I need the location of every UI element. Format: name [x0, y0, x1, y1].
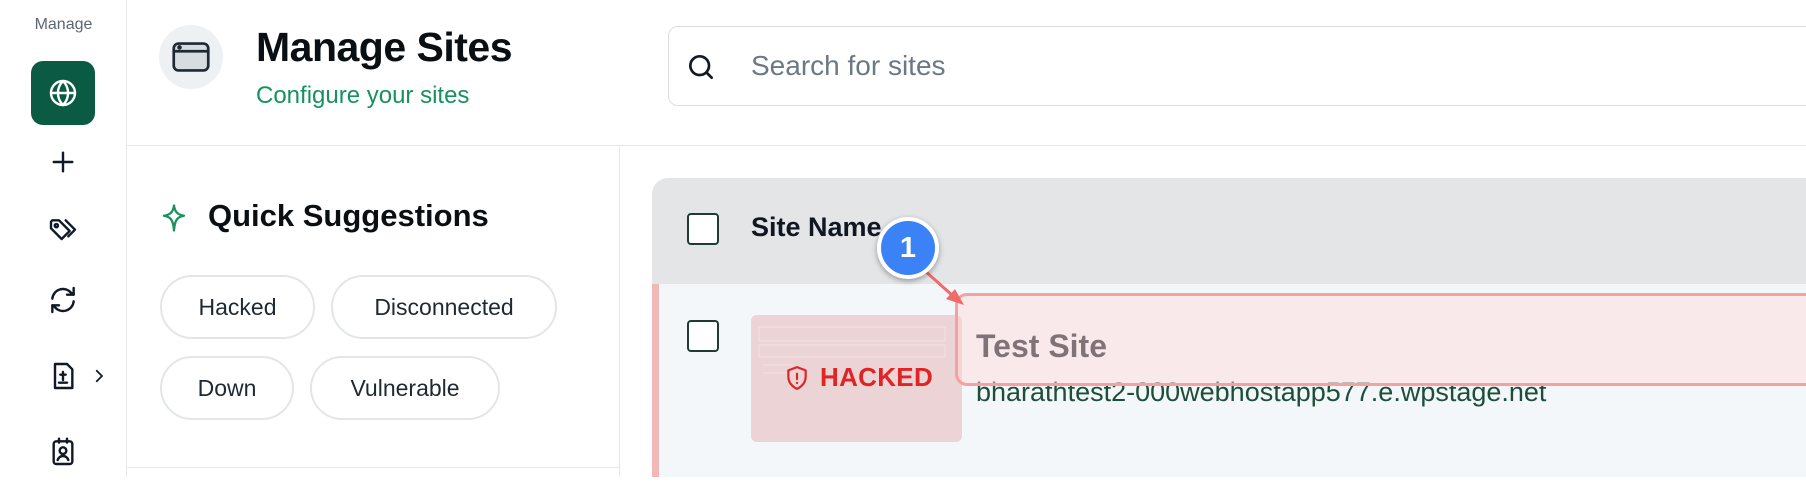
search-box	[668, 26, 1806, 106]
plugin-file-icon	[53, 362, 74, 390]
sites-table: Site Name HACKED Test Site bharathtest2-…	[652, 178, 1806, 477]
suggestion-chip-disconnected[interactable]: Disconnected	[331, 275, 557, 339]
suggestion-chip-vulnerable[interactable]: Vulnerable	[310, 356, 500, 420]
rail-item-sites[interactable]	[31, 61, 95, 125]
rail-item-add-site[interactable]	[31, 130, 95, 194]
rail-section-label: Manage	[34, 16, 93, 33]
left-rail: Manage	[0, 0, 127, 477]
search-input[interactable]	[751, 27, 1751, 105]
table-row[interactable]: HACKED Test Site bharathtest2-000webhost…	[652, 284, 1806, 477]
search-icon	[689, 55, 713, 79]
browser-window-icon	[172, 42, 210, 72]
panel-divider	[127, 467, 620, 468]
row-status-accent	[652, 284, 659, 477]
quick-suggestions-title: Quick Suggestions	[208, 198, 489, 233]
chevron-right-icon[interactable]	[90, 367, 108, 385]
select-all-checkbox[interactable]	[687, 213, 719, 245]
row-checkbox[interactable]	[687, 320, 719, 352]
plus-icon	[52, 151, 74, 173]
site-name[interactable]: Test Site	[976, 328, 1107, 365]
rail-item-contacts[interactable]	[31, 420, 95, 484]
rail-item-plugins[interactable]	[31, 344, 95, 408]
quick-suggestions-panel: Quick Suggestions Hacked Disconnected Do…	[127, 146, 620, 477]
sync-icon	[51, 286, 75, 314]
page-header: Manage Sites Configure your sites	[127, 0, 1806, 146]
rail-item-sync[interactable]	[31, 268, 95, 332]
suggestion-chip-down[interactable]: Down	[160, 356, 294, 420]
page-subtitle: Configure your sites	[256, 82, 470, 109]
hacked-badge: HACKED	[784, 362, 933, 393]
globe-icon	[49, 79, 77, 107]
column-header-site-name[interactable]: Site Name	[751, 212, 882, 243]
shield-alert-icon	[787, 365, 807, 390]
page-title: Manage Sites	[256, 24, 513, 70]
hacked-status-label: HACKED	[820, 362, 934, 392]
rail-item-tags[interactable]	[31, 199, 95, 263]
table-header: Site Name	[652, 178, 1806, 284]
annotation-marker: 1	[877, 217, 939, 279]
header-icon-badge	[159, 25, 223, 89]
contact-card-icon	[52, 437, 74, 466]
suggestion-chip-hacked[interactable]: Hacked	[160, 275, 315, 339]
site-url[interactable]: bharathtest2-000webhostapp577.e.wpstage.…	[976, 377, 1546, 408]
tags-icon	[49, 219, 77, 241]
sparkle-icon	[162, 204, 186, 232]
site-thumbnail[interactable]: HACKED	[751, 315, 962, 442]
